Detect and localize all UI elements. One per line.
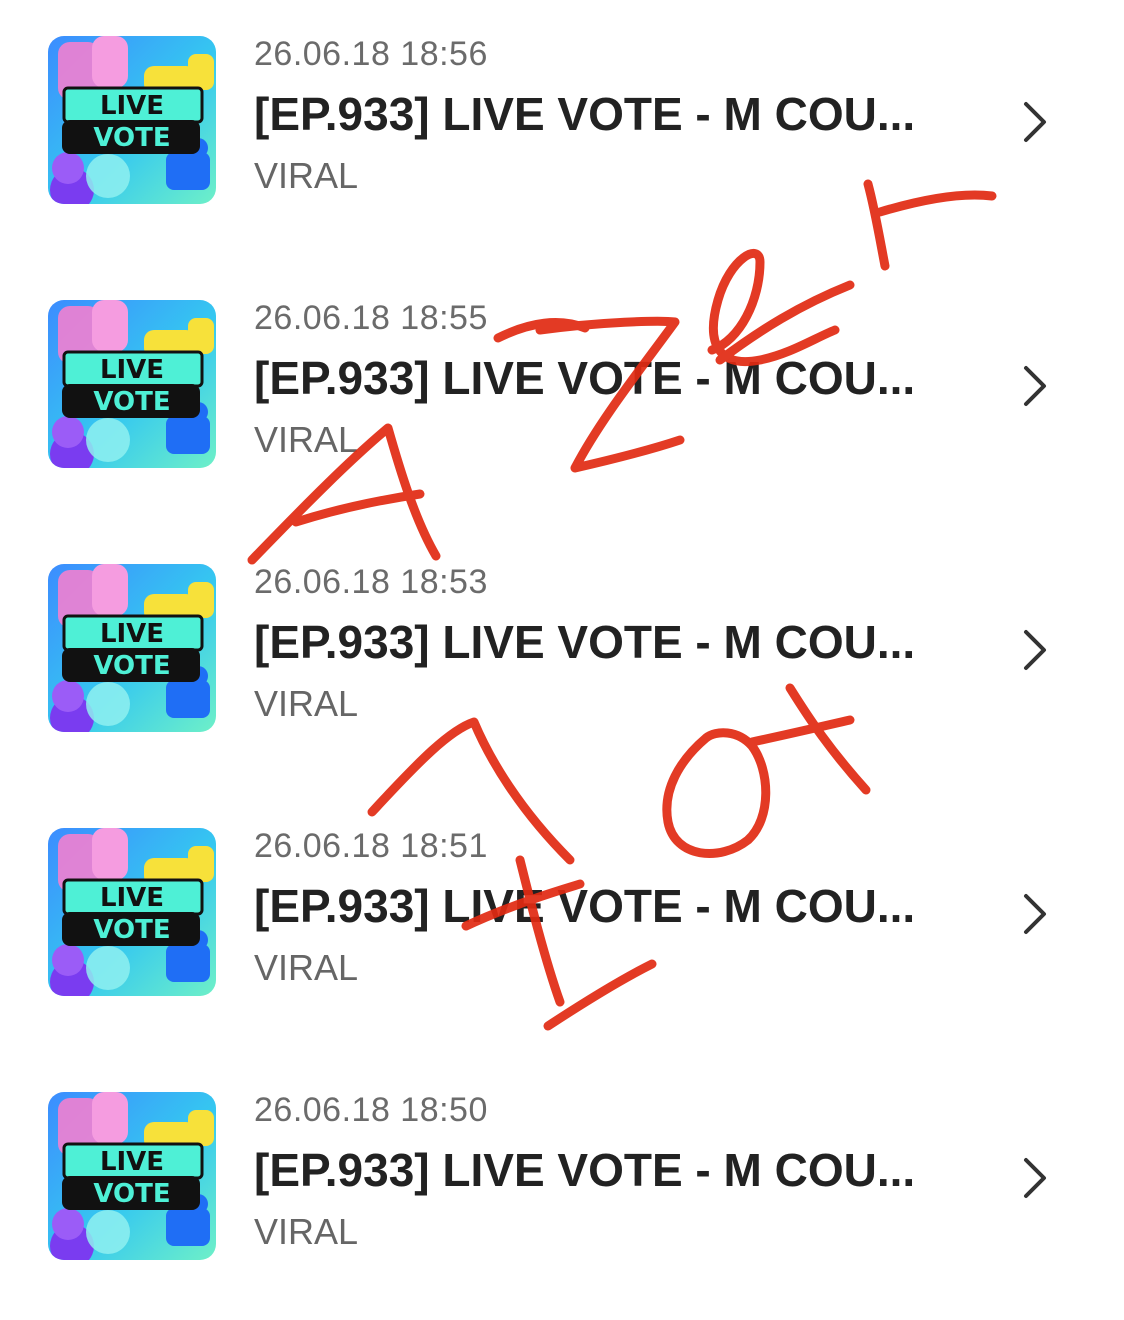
- chevron-right-icon[interactable]: [1016, 98, 1056, 146]
- chevron-right-icon[interactable]: [1016, 890, 1056, 938]
- item-text: 26.06.18 18:53 [EP.933] LIVE VOTE - M CO…: [254, 562, 994, 726]
- list-item[interactable]: LIVE VOTE 26.06.18 18:55 [EP.933] LIVE V…: [0, 264, 1124, 528]
- chevron-right-icon[interactable]: [1016, 626, 1056, 674]
- thumbnail-line2: VOTE: [93, 123, 170, 153]
- thumbnail-line2: VOTE: [93, 651, 170, 681]
- item-text: 26.06.18 18:50 [EP.933] LIVE VOTE - M CO…: [254, 1090, 994, 1254]
- video-thumbnail[interactable]: LIVE VOTE: [48, 828, 216, 996]
- thumbnail-line2: VOTE: [93, 1179, 170, 1209]
- item-channel: VIRAL: [254, 155, 359, 196]
- video-thumbnail[interactable]: LIVE VOTE: [48, 1092, 216, 1260]
- item-title[interactable]: [EP.933] LIVE VOTE - M COU...: [254, 350, 994, 406]
- item-channel: VIRAL: [254, 683, 359, 724]
- item-title[interactable]: [EP.933] LIVE VOTE - M COU...: [254, 86, 994, 142]
- chevron-right-icon[interactable]: [1016, 362, 1056, 410]
- video-list: LIVE VOTE 26.06.18 18:56 [EP.933] LIVE V…: [0, 0, 1124, 1306]
- item-text: 26.06.18 18:51 [EP.933] LIVE VOTE - M CO…: [254, 826, 994, 990]
- item-date: 26.06.18 18:53: [254, 563, 488, 601]
- thumbnail-line1: LIVE: [100, 91, 164, 121]
- video-thumbnail[interactable]: LIVE VOTE: [48, 36, 216, 204]
- item-date: 26.06.18 18:56: [254, 35, 488, 73]
- thumbnail-line2: VOTE: [93, 387, 170, 417]
- item-channel: VIRAL: [254, 1211, 359, 1252]
- item-date: 26.06.18 18:55: [254, 299, 488, 337]
- item-text: 26.06.18 18:55 [EP.933] LIVE VOTE - M CO…: [254, 298, 994, 462]
- list-item[interactable]: LIVE VOTE 26.06.18 18:50 [EP.933] LIVE V…: [0, 1056, 1124, 1320]
- item-channel: VIRAL: [254, 947, 359, 988]
- thumbnail-line1: LIVE: [100, 883, 164, 913]
- thumbnail-line1: LIVE: [100, 619, 164, 649]
- item-channel: VIRAL: [254, 419, 359, 460]
- item-title[interactable]: [EP.933] LIVE VOTE - M COU...: [254, 1142, 994, 1198]
- thumbnail-line1: LIVE: [100, 355, 164, 385]
- item-title[interactable]: [EP.933] LIVE VOTE - M COU...: [254, 614, 994, 670]
- item-date: 26.06.18 18:51: [254, 827, 488, 865]
- thumbnail-line2: VOTE: [93, 915, 170, 945]
- chevron-right-icon[interactable]: [1016, 1154, 1056, 1202]
- list-item[interactable]: LIVE VOTE 26.06.18 18:51 [EP.933] LIVE V…: [0, 792, 1124, 1056]
- item-date: 26.06.18 18:50: [254, 1091, 488, 1129]
- video-thumbnail[interactable]: LIVE VOTE: [48, 300, 216, 468]
- list-item[interactable]: LIVE VOTE 26.06.18 18:53 [EP.933] LIVE V…: [0, 528, 1124, 792]
- video-thumbnail[interactable]: LIVE VOTE: [48, 564, 216, 732]
- list-item[interactable]: LIVE VOTE 26.06.18 18:56 [EP.933] LIVE V…: [0, 0, 1124, 264]
- item-text: 26.06.18 18:56 [EP.933] LIVE VOTE - M CO…: [254, 34, 994, 198]
- item-title[interactable]: [EP.933] LIVE VOTE - M COU...: [254, 878, 994, 934]
- thumbnail-line1: LIVE: [100, 1147, 164, 1177]
